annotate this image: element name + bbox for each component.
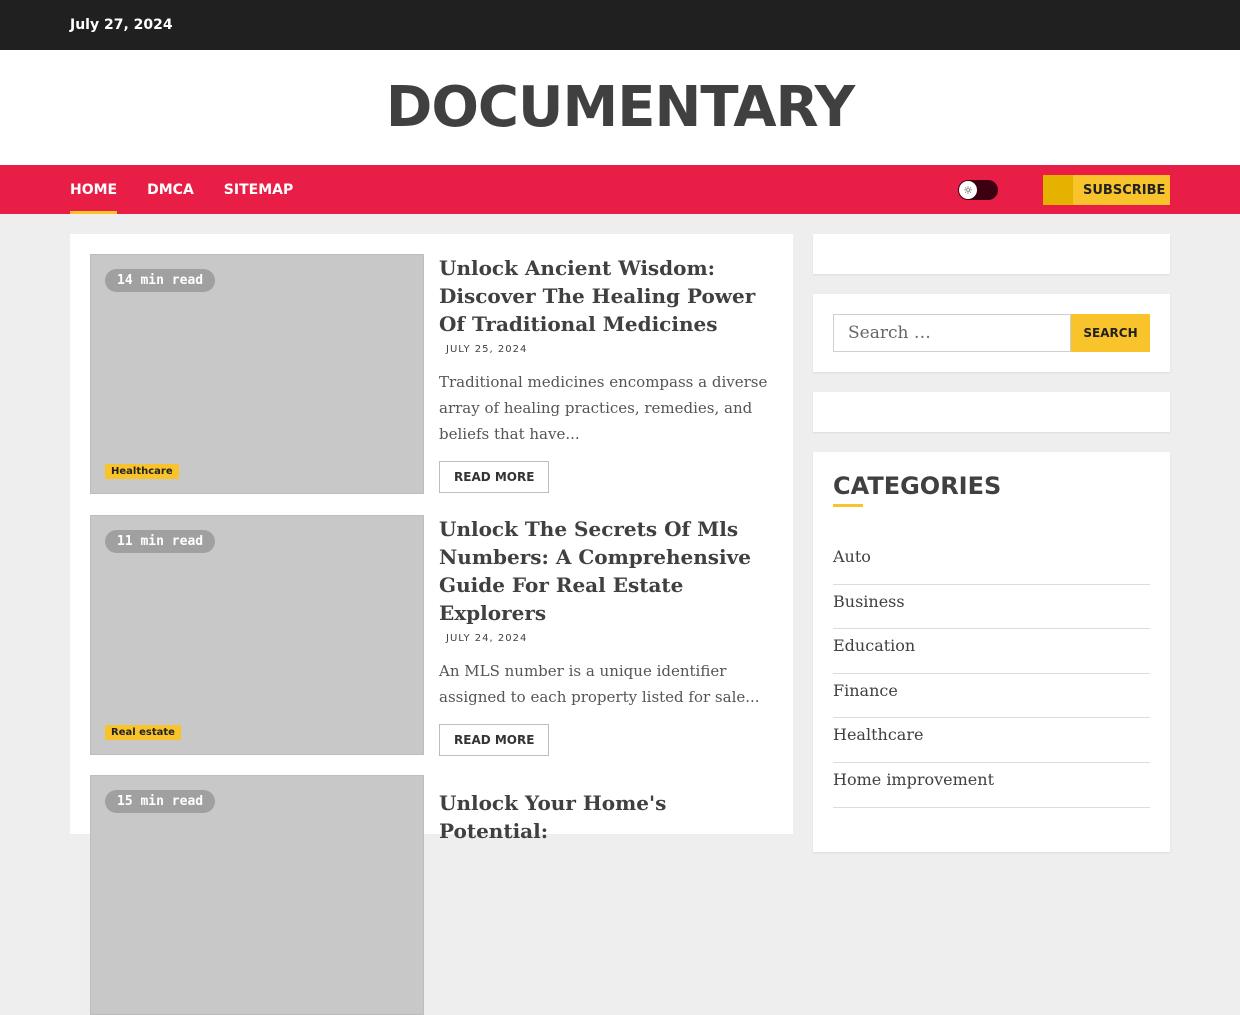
category-badge[interactable]: Real estate [105,725,181,740]
read-time-badge: 11 min read [105,530,216,553]
main-content: 14 min read Healthcare Unlock Ancient Wi… [70,234,793,1015]
post-body: Unlock Ancient Wisdom: Discover The Heal… [439,254,773,493]
post-body: Unlock Your Home's Potential: [439,789,773,845]
nav-links: HOME DMCA SITEMAP [70,165,323,214]
top-bar: July 27, 2024 [0,0,1240,50]
read-more-button[interactable]: READ MORE [439,724,550,756]
masthead: DOCUMENTARY [0,50,1240,165]
read-time-badge: 15 min read [105,790,216,813]
search-widget: Search … SEARCH [813,294,1170,372]
post-excerpt: An MLS number is a unique identifier ass… [439,662,760,706]
category-item-education[interactable]: Education [833,629,1150,674]
heading-underline [833,504,863,507]
category-item-home-improvement[interactable]: Home improvement [833,763,1150,808]
dark-mode-toggle[interactable]: ☼ [958,180,998,200]
categories-heading: CATEGORIES [833,472,1002,500]
post-date: JULY 25, 2024 [446,344,528,355]
post-body: Unlock The Secrets Of Mls Numbers: A Com… [439,515,773,756]
search-input[interactable]: Search … [833,314,1071,352]
category-badge[interactable]: Healthcare [105,464,179,479]
post-card: 14 min read Healthcare Unlock Ancient Wi… [90,254,773,494]
category-item-healthcare[interactable]: Healthcare [833,718,1150,763]
empty-widget [813,234,1170,274]
nav-item-dmca[interactable]: DMCA [147,165,194,214]
post-title[interactable]: Unlock The Secrets Of Mls Numbers: A Com… [439,515,773,627]
categories-widget: CATEGORIES Auto Business Education Finan… [813,452,1170,852]
read-time-badge: 14 min read [105,269,216,292]
post-title[interactable]: Unlock Ancient Wisdom: Discover The Heal… [439,254,773,338]
post-excerpt: Traditional medicines encompass a divers… [439,373,768,443]
post-thumbnail[interactable]: 11 min read Real estate [90,515,424,755]
main-navigation: HOME DMCA SITEMAP ☼ SUBSCRIBE [0,165,1240,214]
subscribe-label: SUBSCRIBE [1083,182,1166,198]
bell-icon [1043,175,1073,205]
site-title[interactable]: DOCUMENTARY [386,75,855,140]
post-thumbnail[interactable]: 14 min read Healthcare [90,254,424,494]
category-item-finance[interactable]: Finance [833,674,1150,719]
read-more-button[interactable]: READ MORE [439,461,550,493]
subscribe-button[interactable]: SUBSCRIBE [1043,175,1170,205]
post-thumbnail[interactable]: 15 min read [90,775,424,1015]
category-item-business[interactable]: Business [833,585,1150,630]
nav-item-home[interactable]: HOME [70,165,118,214]
category-list: Auto Business Education Finance Healthca… [833,540,1150,808]
current-date: July 27, 2024 [70,17,173,33]
post-card: 15 min read Unlock Your Home's Potential… [90,775,773,1015]
sun-icon: ☼ [959,181,977,199]
post-card: 11 min read Real estate Unlock The Secre… [90,515,773,756]
post-date: JULY 24, 2024 [446,633,528,644]
empty-widget [813,392,1170,432]
search-button[interactable]: SEARCH [1071,314,1150,352]
nav-item-sitemap[interactable]: SITEMAP [224,165,293,214]
category-item-auto[interactable]: Auto [833,540,1150,585]
post-title[interactable]: Unlock Your Home's Potential: [439,789,773,845]
